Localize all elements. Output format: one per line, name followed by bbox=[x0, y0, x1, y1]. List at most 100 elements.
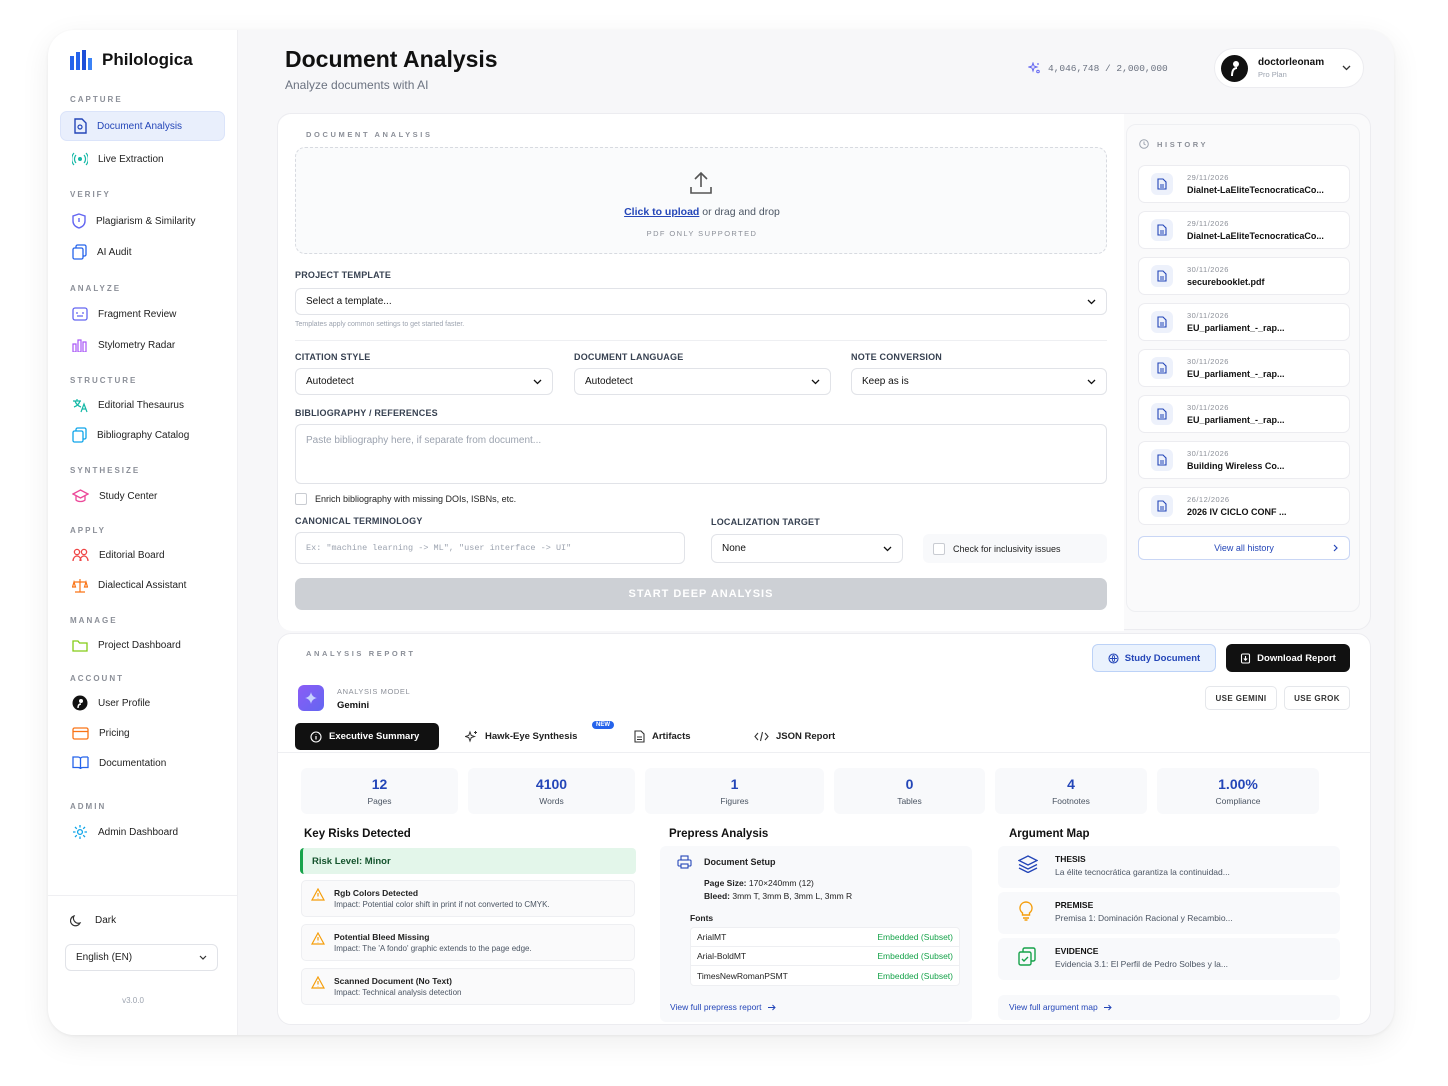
tab-json-report[interactable]: JSON Report bbox=[754, 723, 835, 750]
sidebar-item-editorial-board[interactable]: Editorial Board bbox=[60, 540, 225, 570]
enrich-checkbox[interactable] bbox=[295, 493, 307, 505]
document-setup-title: Document Setup bbox=[704, 857, 776, 867]
sidebar-item-label: Fragment Review bbox=[98, 308, 177, 320]
use-grok-button[interactable]: USE GROK bbox=[1284, 686, 1350, 710]
argument-item[interactable]: EVIDENCE Evidencia 3.1: El Perfil de Pedr… bbox=[998, 938, 1340, 980]
sidebar-item-study-center[interactable]: Study Center bbox=[60, 481, 225, 511]
stat-card: 1.00% Compliance bbox=[1157, 768, 1319, 814]
history-name: 2026 IV CICLO CONF ... bbox=[1187, 507, 1287, 517]
localization-select[interactable]: None bbox=[711, 534, 903, 563]
download-report-button[interactable]: Download Report bbox=[1226, 644, 1350, 672]
tab-hawk-eye[interactable]: Hawk-Eye Synthesis NEW bbox=[465, 721, 614, 750]
bleed-value: 3mm T, 3mm B, 3mm L, 3mm R bbox=[732, 891, 853, 901]
file-icon bbox=[1157, 362, 1167, 374]
stat-value: 1 bbox=[730, 776, 739, 792]
stat-label: Footnotes bbox=[1052, 796, 1090, 806]
template-hint: Templates apply common settings to get s… bbox=[295, 321, 465, 328]
view-all-history-button[interactable]: View all history bbox=[1138, 536, 1350, 560]
scale-icon bbox=[72, 578, 88, 593]
risk-desc: Impact: Technical analysis detection bbox=[334, 988, 462, 997]
app-version: v3.0.0 bbox=[122, 996, 144, 1005]
history-item[interactable]: 30/11/2026 EU_parliament_-_rap... bbox=[1138, 395, 1350, 433]
enrich-checkbox-row[interactable]: Enrich bibliography with missing DOIs, I… bbox=[295, 493, 516, 505]
download-label: Download Report bbox=[1257, 652, 1336, 664]
chevron-down-icon bbox=[883, 546, 892, 551]
tab-artifacts[interactable]: Artifacts bbox=[634, 723, 691, 750]
sidebar-item-plagiarism[interactable]: Plagiarism & Similarity bbox=[60, 206, 225, 236]
argument-item[interactable]: THESIS La élite tecnocrática garantiza la… bbox=[998, 846, 1340, 888]
sidebar-item-documentation[interactable]: Documentation bbox=[60, 748, 225, 778]
use-gemini-button[interactable]: USE GEMINI bbox=[1205, 686, 1277, 710]
risk-desc: Impact: Potential color shift in print i… bbox=[334, 900, 550, 909]
bibliography-textarea[interactable]: Paste bibliography here, if separate fro… bbox=[295, 424, 1107, 484]
sidebar-item-fragment-review[interactable]: Fragment Review bbox=[60, 299, 225, 329]
section-capture: CAPTURE bbox=[70, 95, 123, 104]
history-item[interactable]: 30/11/2026 Building Wireless Co... bbox=[1138, 441, 1350, 479]
model-badge bbox=[298, 685, 324, 711]
argument-item[interactable]: PREMISE Premisa 1: Dominación Racional y … bbox=[998, 892, 1340, 934]
history-item[interactable]: 29/11/2026 Dialnet-LaEliteTecnocraticaCo.… bbox=[1138, 165, 1350, 203]
sidebar-item-label: User Profile bbox=[98, 697, 151, 709]
argument-map-link[interactable]: View full argument map bbox=[1009, 1002, 1112, 1012]
page-subtitle: Analyze documents with AI bbox=[285, 78, 429, 92]
chevron-down-icon bbox=[199, 955, 207, 960]
chevron-down-icon bbox=[1342, 65, 1351, 71]
inclusivity-label: Check for inclusivity issues bbox=[953, 543, 1061, 554]
sidebar-item-label: Editorial Board bbox=[99, 549, 165, 561]
history-item[interactable]: 30/11/2026 securebooklet.pdf bbox=[1138, 257, 1350, 295]
sidebar-item-live-extraction[interactable]: Live Extraction bbox=[60, 144, 225, 174]
note-conversion-select[interactable]: Keep as is bbox=[851, 368, 1107, 395]
theme-toggle[interactable]: Dark bbox=[70, 914, 116, 927]
sidebar-item-editorial-thesaurus[interactable]: Editorial Thesaurus bbox=[60, 390, 225, 420]
citation-label: CITATION STYLE bbox=[295, 352, 371, 362]
sidebar-item-stylometry-radar[interactable]: Stylometry Radar bbox=[60, 330, 225, 360]
prepress-report-link[interactable]: View full prepress report bbox=[670, 1002, 776, 1012]
study-document-button[interactable]: Study Document bbox=[1092, 644, 1216, 672]
analysis-report-card: ANALYSIS REPORT Study Document Download … bbox=[277, 633, 1371, 1025]
fonts-label: Fonts bbox=[690, 913, 714, 923]
page-size-row: Page Size: 170×240mm (12) bbox=[704, 878, 814, 888]
upload-dropzone[interactable]: Click to upload or drag and drop PDF ONL… bbox=[295, 147, 1107, 254]
start-analysis-button[interactable]: START DEEP ANALYSIS bbox=[295, 578, 1107, 610]
citation-select[interactable]: Autodetect bbox=[295, 368, 553, 395]
history-name: EU_parliament_-_rap... bbox=[1187, 415, 1285, 425]
font-name: ArialMT bbox=[697, 932, 727, 942]
inclusivity-checkbox[interactable] bbox=[933, 542, 945, 555]
inclusivity-checkbox-row[interactable]: Check for inclusivity issues bbox=[923, 534, 1107, 563]
sidebar-item-document-analysis[interactable]: Document Analysis bbox=[60, 111, 225, 141]
sidebar-item-bibliography-catalog[interactable]: Bibliography Catalog bbox=[60, 420, 225, 450]
sidebar-item-label: Admin Dashboard bbox=[98, 826, 179, 838]
history-item[interactable]: 29/11/2026 Dialnet-LaEliteTecnocraticaCo.… bbox=[1138, 211, 1350, 249]
sidebar-item-dialectical-assistant[interactable]: Dialectical Assistant bbox=[60, 570, 225, 600]
tab-executive-summary[interactable]: Executive Summary bbox=[295, 723, 439, 750]
upload-link[interactable]: Click to upload bbox=[624, 206, 699, 218]
sidebar-item-pricing[interactable]: Pricing bbox=[60, 718, 225, 748]
page-size-value: 170×240mm (12) bbox=[748, 878, 814, 888]
sidebar-item-admin-dashboard[interactable]: Admin Dashboard bbox=[60, 817, 225, 847]
terminology-textarea[interactable]: Ex: "machine learning -> ML", "user inte… bbox=[295, 532, 685, 564]
history-item[interactable]: 30/11/2026 EU_parliament_-_rap... bbox=[1138, 349, 1350, 387]
sidebar-item-ai-audit[interactable]: AI Audit bbox=[60, 237, 225, 267]
history-item[interactable]: 26/12/2026 2026 IV CICLO CONF ... bbox=[1138, 487, 1350, 525]
history-header: HISTORY bbox=[1139, 139, 1208, 149]
code-icon bbox=[754, 731, 769, 742]
user-menu[interactable]: doctorleonam Pro Plan bbox=[1214, 48, 1364, 88]
language-select[interactable]: English (EN) bbox=[65, 944, 218, 971]
avatar-icon bbox=[1230, 61, 1239, 77]
translate-icon bbox=[73, 398, 88, 412]
token-usage: 4,046,748 / 2,000,000 bbox=[1028, 62, 1168, 74]
history-item[interactable]: 30/11/2026 EU_parliament_-_rap... bbox=[1138, 303, 1350, 341]
sidebar-item-user-profile[interactable]: User Profile bbox=[60, 688, 225, 718]
file-icon-wrap bbox=[1151, 403, 1173, 425]
catalog-icon bbox=[72, 427, 87, 443]
history-date: 30/11/2026 bbox=[1187, 357, 1229, 366]
file-icon bbox=[1157, 454, 1167, 466]
sidebar-item-project-dashboard[interactable]: Project Dashboard bbox=[60, 630, 225, 660]
history-date: 30/11/2026 bbox=[1187, 449, 1229, 458]
brand[interactable]: Philologica bbox=[70, 50, 193, 70]
template-select[interactable]: Select a template... bbox=[295, 288, 1107, 315]
risk-item: Potential Bleed Missing Impact: The 'A fo… bbox=[301, 924, 635, 961]
document-language-select[interactable]: Autodetect bbox=[574, 368, 831, 395]
font-row: TimesNewRomanPSMT Embedded (Subset) bbox=[691, 966, 959, 985]
prepress-panel: Document Setup Page Size: 170×240mm (12)… bbox=[660, 846, 972, 1022]
